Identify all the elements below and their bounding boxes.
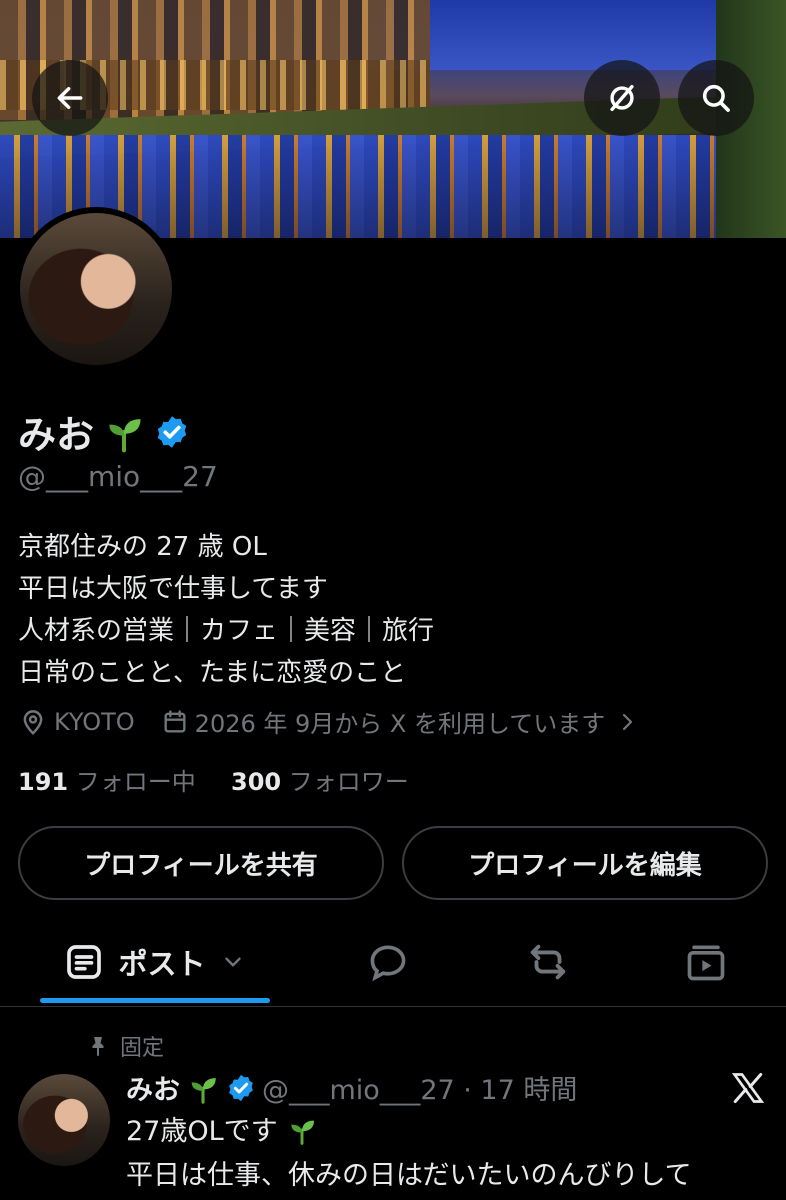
follow-stats: 191 フォロー中 300 フォロワー bbox=[18, 762, 409, 797]
post-author-name[interactable]: みお bbox=[126, 1068, 180, 1107]
bio-line: 京都住みの 27 歳 OL bbox=[18, 532, 267, 562]
tab-reposts[interactable] bbox=[508, 920, 588, 1004]
chevron-right-icon bbox=[623, 713, 633, 730]
bio-line: 日常のことと、たまに恋愛のこと bbox=[18, 658, 407, 688]
profile-avatar[interactable] bbox=[14, 207, 178, 371]
hide-button[interactable] bbox=[584, 60, 660, 136]
search-button[interactable] bbox=[678, 60, 754, 136]
profile-location: KYOTO bbox=[18, 707, 135, 737]
media-icon bbox=[687, 945, 725, 981]
calendar-icon bbox=[164, 709, 186, 732]
post-line-text: 27歳OLです bbox=[126, 1116, 278, 1147]
hide-icon bbox=[610, 84, 634, 112]
followers-label: フォロワー bbox=[288, 768, 409, 796]
sprout-emoji-icon bbox=[191, 1077, 216, 1104]
location-text: KYOTO bbox=[54, 707, 135, 736]
tab-posts[interactable]: ポスト bbox=[40, 920, 270, 1004]
back-arrow-icon bbox=[57, 86, 83, 110]
tab-posts-label: ポスト bbox=[118, 947, 206, 981]
profile-banner[interactable] bbox=[0, 0, 786, 238]
profile-bio: 京都住みの 27 歳 OL 平日は大阪で仕事してます 人材系の営業｜カフェ｜美容… bbox=[18, 526, 434, 694]
posts-icon bbox=[67, 945, 102, 979]
active-tab-indicator bbox=[40, 998, 270, 1003]
avatar-image bbox=[20, 213, 172, 365]
tab-media[interactable] bbox=[666, 920, 746, 1004]
profile-meta: KYOTO 2026 年 9月から X を利用しています bbox=[18, 704, 665, 739]
followers-link[interactable]: 300 フォロワー bbox=[231, 768, 409, 796]
post-avatar[interactable] bbox=[18, 1074, 110, 1166]
verified-badge-icon bbox=[229, 1074, 253, 1101]
profile-handle: @___mio___27 bbox=[18, 460, 218, 493]
verified-badge-icon[interactable] bbox=[154, 414, 190, 450]
reply-icon bbox=[370, 945, 406, 982]
bio-line: 人材系の営業｜カフェ｜美容｜旅行 bbox=[18, 616, 435, 646]
post-body[interactable]: 27歳OLです 平日は仕事、休みの日はだいたいのんびりして bbox=[126, 1110, 692, 1198]
post-handle-time[interactable]: @___mio___27 · 17 時間 bbox=[262, 1068, 577, 1107]
post-avatar-image bbox=[18, 1074, 110, 1166]
post-line: 平日は仕事、休みの日はだいたいのんびりして bbox=[126, 1160, 692, 1191]
repost-icon bbox=[530, 944, 566, 980]
share-profile-button[interactable]: プロフィールを共有 bbox=[18, 826, 384, 900]
pinned-text: 固定 bbox=[120, 1036, 165, 1061]
post-header: みお @___mio___27 · 17 時間 bbox=[126, 1068, 577, 1107]
followers-count: 300 bbox=[231, 768, 282, 796]
chevron-down-icon[interactable] bbox=[220, 949, 246, 975]
location-icon bbox=[23, 709, 43, 735]
pinned-label: 固定 bbox=[86, 1030, 164, 1062]
post-line: 27歳OLです bbox=[126, 1110, 692, 1154]
back-button[interactable] bbox=[32, 60, 108, 136]
following-label: フォロー中 bbox=[75, 768, 196, 796]
sprout-emoji-icon bbox=[291, 1120, 315, 1145]
profile-name: みお bbox=[18, 404, 190, 459]
following-link[interactable]: 191 フォロー中 bbox=[18, 768, 196, 796]
joined-text: 2026 年 9月から X を利用しています bbox=[194, 710, 606, 738]
profile-name-text: みお bbox=[18, 413, 95, 457]
x-logo-icon[interactable] bbox=[730, 1070, 766, 1106]
search-icon bbox=[702, 84, 730, 112]
profile-joined[interactable]: 2026 年 9月から X を利用しています bbox=[161, 704, 640, 739]
sprout-emoji-icon bbox=[109, 418, 141, 452]
following-count: 191 bbox=[18, 768, 69, 796]
tab-replies[interactable] bbox=[348, 920, 428, 1004]
pin-icon bbox=[92, 1037, 104, 1056]
edit-profile-button[interactable]: プロフィールを編集 bbox=[402, 826, 768, 900]
bio-line: 平日は大阪で仕事してます bbox=[18, 574, 328, 604]
profile-tabs: ポスト bbox=[0, 920, 786, 1007]
